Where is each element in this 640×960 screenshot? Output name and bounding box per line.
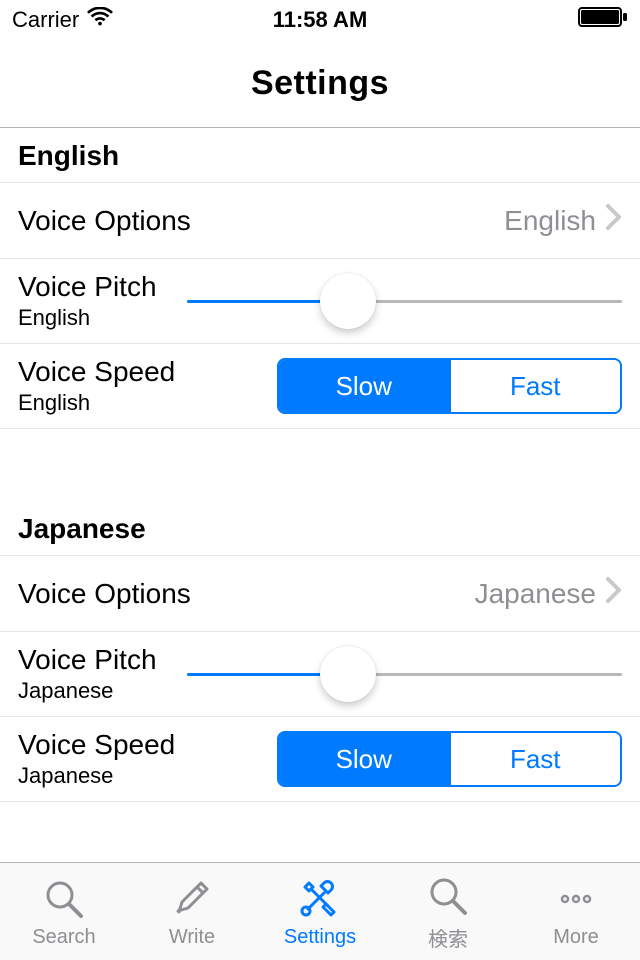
row-label: Voice Options	[18, 578, 191, 610]
row-sublabel: Japanese	[18, 763, 175, 789]
row-label: Voice Pitch	[18, 644, 157, 676]
tab-label: More	[553, 926, 599, 949]
settings-content: English Voice Options English Voice Pitc…	[0, 128, 640, 862]
more-icon	[554, 875, 598, 923]
carrier-label: Carrier	[12, 7, 79, 33]
chevron-right-icon	[606, 577, 622, 610]
row-value: Japanese	[475, 578, 596, 610]
battery-icon	[578, 7, 628, 33]
row-english-voice-speed: Voice Speed English Slow Fast	[0, 344, 640, 429]
row-value: English	[504, 205, 596, 237]
slider-english-pitch[interactable]	[187, 278, 622, 324]
chevron-right-icon	[606, 204, 622, 237]
tab-label: 検索	[428, 923, 468, 952]
section-gap	[0, 429, 640, 501]
tab-write[interactable]: Write	[128, 863, 256, 960]
seg-option-slow[interactable]: Slow	[279, 360, 451, 412]
section-header-english: English	[0, 128, 640, 183]
magnifier-icon	[43, 875, 85, 923]
segmented-japanese-speed[interactable]: Slow Fast	[277, 731, 622, 787]
row-japanese-voice-speed: Voice Speed Japanese Slow Fast	[0, 717, 640, 802]
wifi-icon	[87, 7, 113, 33]
row-english-voice-pitch: Voice Pitch English	[0, 259, 640, 344]
tab-settings[interactable]: Settings	[256, 863, 384, 960]
seg-option-fast[interactable]: Fast	[451, 733, 621, 785]
row-sublabel: English	[18, 305, 157, 331]
row-label: Voice Pitch	[18, 271, 157, 303]
seg-option-fast[interactable]: Fast	[451, 360, 621, 412]
tab-label: Write	[169, 926, 215, 949]
status-time: 11:58 AM	[273, 7, 368, 33]
pencil-icon	[171, 875, 213, 923]
tab-label: Search	[32, 926, 95, 949]
tools-icon	[298, 875, 342, 923]
row-english-voice-options[interactable]: Voice Options English	[0, 183, 640, 259]
tab-more[interactable]: More	[512, 863, 640, 960]
seg-option-slow[interactable]: Slow	[279, 733, 451, 785]
row-sublabel: Japanese	[18, 678, 157, 704]
tab-label: Settings	[284, 926, 356, 949]
section-header-japanese: Japanese	[0, 501, 640, 556]
status-bar: Carrier 11:58 AM	[0, 0, 640, 40]
row-label: Voice Speed	[18, 356, 175, 388]
row-japanese-voice-options[interactable]: Voice Options Japanese	[0, 556, 640, 632]
row-label: Voice Options	[18, 205, 191, 237]
tab-bar: Search Write Settings 検索 More	[0, 862, 640, 960]
row-label: Voice Speed	[18, 729, 175, 761]
row-sublabel: English	[18, 390, 175, 416]
magnifier-icon	[427, 872, 469, 920]
segmented-english-speed[interactable]: Slow Fast	[277, 358, 622, 414]
slider-thumb[interactable]	[320, 646, 376, 702]
slider-thumb[interactable]	[320, 273, 376, 329]
page-title: Settings	[251, 64, 389, 103]
tab-search-jp[interactable]: 検索	[384, 863, 512, 960]
nav-header: Settings	[0, 40, 640, 128]
slider-japanese-pitch[interactable]	[187, 651, 622, 697]
tab-search[interactable]: Search	[0, 863, 128, 960]
row-japanese-voice-pitch: Voice Pitch Japanese	[0, 632, 640, 717]
